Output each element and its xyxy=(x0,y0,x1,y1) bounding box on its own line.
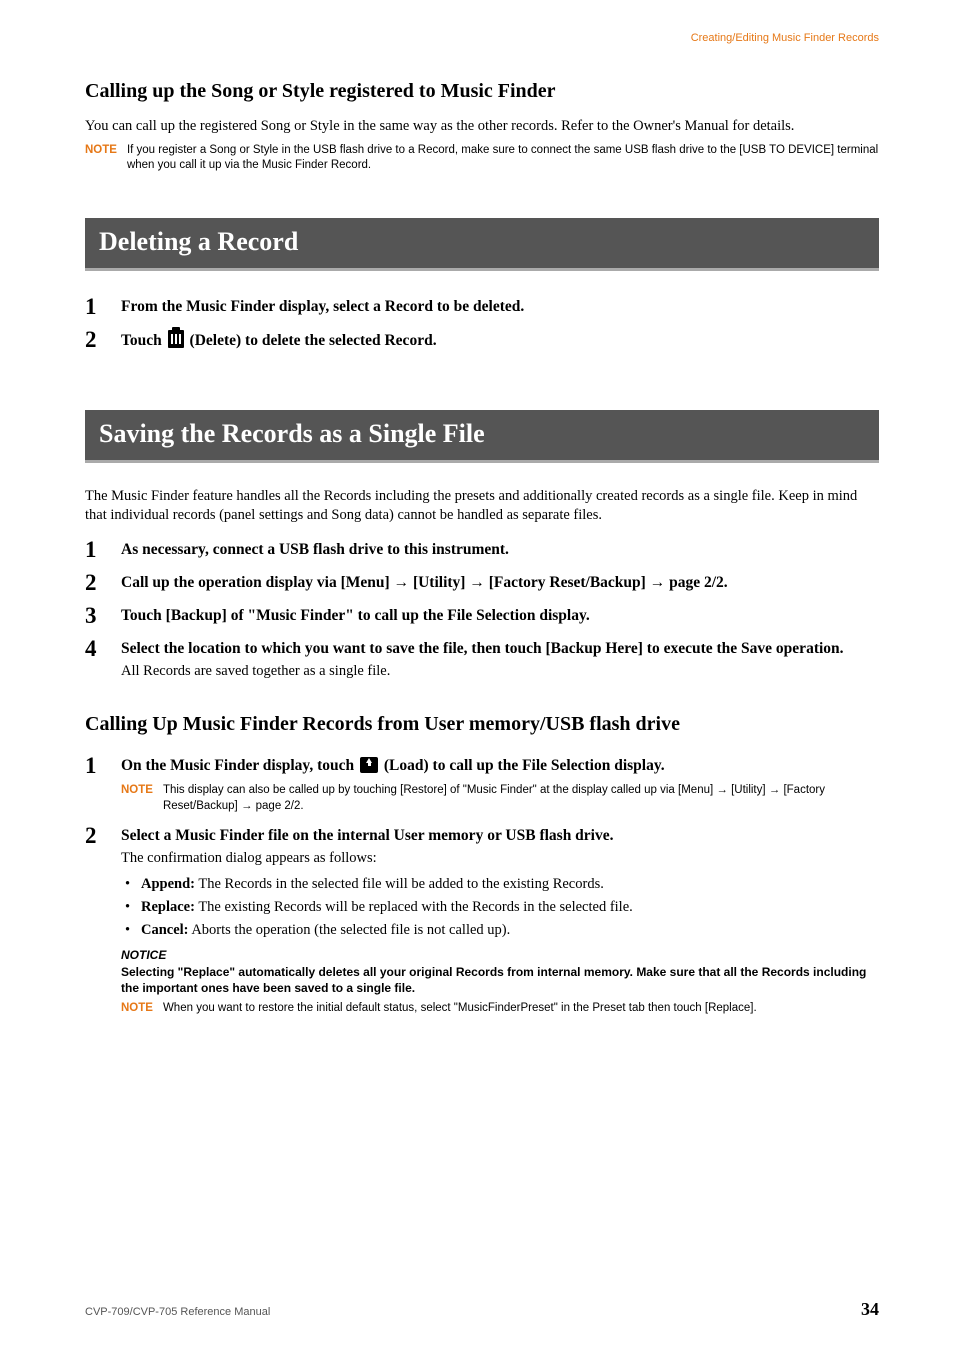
heading-calling-up-song-style: Calling up the Song or Style registered … xyxy=(85,80,879,103)
heading-deleting-a-record: Deleting a Record xyxy=(85,218,879,271)
step-number: 1 xyxy=(85,754,115,777)
page-number: 34 xyxy=(861,1299,879,1320)
note-text: This display can also be called up by to… xyxy=(163,783,879,814)
step-sub: The confirmation dialog appears as follo… xyxy=(121,849,879,869)
heading-calling-up-music-finder-records: Calling Up Music Finder Records from Use… xyxy=(85,713,879,736)
step-row: 2 Select a Music Finder file on the inte… xyxy=(85,824,879,1016)
text: On the Music Finder display, touch xyxy=(121,757,358,774)
list-item: Append: The Records in the selected file… xyxy=(135,873,879,896)
step-title: On the Music Finder display, touch (Load… xyxy=(121,756,879,777)
option-label: Append: xyxy=(141,876,195,892)
step-content: Select the location to which you want to… xyxy=(115,637,879,681)
step-row: 3 Touch [Backup] of "Music Finder" to ca… xyxy=(85,604,879,627)
dialog-options-list: Append: The Records in the selected file… xyxy=(121,873,879,943)
text: Touch xyxy=(121,332,166,349)
step-row: 1 On the Music Finder display, touch (Lo… xyxy=(85,754,879,814)
option-text: The Records in the selected file will be… xyxy=(195,876,604,892)
note-label: NOTE xyxy=(121,783,153,796)
note-row: NOTE This display can also be called up … xyxy=(121,783,879,814)
step-title: Touch (Delete) to delete the selected Re… xyxy=(121,330,879,352)
breadcrumb: Creating/Editing Music Finder Records xyxy=(691,32,879,44)
step-content: As necessary, connect a USB flash drive … xyxy=(115,538,879,561)
option-label: Replace: xyxy=(141,899,195,915)
step-row: 4 Select the location to which you want … xyxy=(85,637,879,681)
note-text: If you register a Song or Style in the U… xyxy=(127,143,879,174)
notice-text: Selecting "Replace" automatically delete… xyxy=(121,964,879,996)
footer: CVP-709/CVP-705 Reference Manual 34 xyxy=(85,1299,879,1320)
step-row: 1 As necessary, connect a USB flash driv… xyxy=(85,538,879,561)
body-text: The Music Finder feature handles all the… xyxy=(85,487,879,526)
step-sub: All Records are saved together as a sing… xyxy=(121,662,879,682)
list-item: Cancel: Aborts the operation (the select… xyxy=(135,919,879,942)
option-text: Aborts the operation (the selected file … xyxy=(189,922,511,938)
step-number: 4 xyxy=(85,637,115,660)
footer-reference: CVP-709/CVP-705 Reference Manual xyxy=(85,1306,270,1318)
step-number: 1 xyxy=(85,538,115,561)
step-row: 2 Call up the operation display via [Men… xyxy=(85,571,879,594)
note-label: NOTE xyxy=(85,143,117,156)
note-row: NOTE When you want to restore the initia… xyxy=(121,1001,879,1017)
step-row: 1 From the Music Finder display, select … xyxy=(85,295,879,318)
note-label: NOTE xyxy=(121,1001,153,1014)
step-title: Select the location to which you want to… xyxy=(121,639,879,660)
note-row: NOTE If you register a Song or Style in … xyxy=(85,143,879,174)
step-title: From the Music Finder display, select a … xyxy=(121,297,879,318)
step-number: 2 xyxy=(85,824,115,847)
notice-label: NOTICE xyxy=(121,948,879,962)
step-content: Touch [Backup] of "Music Finder" to call… xyxy=(115,604,879,627)
step-content: On the Music Finder display, touch (Load… xyxy=(115,754,879,814)
step-title: As necessary, connect a USB flash drive … xyxy=(121,540,879,561)
step-content: From the Music Finder display, select a … xyxy=(115,295,879,318)
option-text: The existing Records will be replaced wi… xyxy=(195,899,633,915)
list-item: Replace: The existing Records will be re… xyxy=(135,896,879,919)
load-icon xyxy=(360,757,378,773)
trash-icon xyxy=(168,330,184,348)
option-label: Cancel: xyxy=(141,922,189,938)
step-number: 1 xyxy=(85,295,115,318)
step-title: Touch [Backup] of "Music Finder" to call… xyxy=(121,606,879,627)
step-title: Select a Music Finder file on the intern… xyxy=(121,826,879,847)
heading-saving-records: Saving the Records as a Single File xyxy=(85,410,879,463)
text: (Load) to call up the File Selection dis… xyxy=(380,757,665,774)
text: (Delete) to delete the selected Record. xyxy=(186,332,437,349)
step-number: 2 xyxy=(85,328,115,351)
step-content: Select a Music Finder file on the intern… xyxy=(115,824,879,1016)
page: Creating/Editing Music Finder Records Ca… xyxy=(0,0,954,1350)
body-text: You can call up the registered Song or S… xyxy=(85,117,879,137)
note-text: When you want to restore the initial def… xyxy=(163,1001,757,1017)
step-number: 2 xyxy=(85,571,115,594)
step-content: Call up the operation display via [Menu]… xyxy=(115,571,879,594)
step-title: Call up the operation display via [Menu]… xyxy=(121,573,879,594)
step-number: 3 xyxy=(85,604,115,627)
step-row: 2 Touch (Delete) to delete the selected … xyxy=(85,328,879,352)
step-content: Touch (Delete) to delete the selected Re… xyxy=(115,328,879,352)
